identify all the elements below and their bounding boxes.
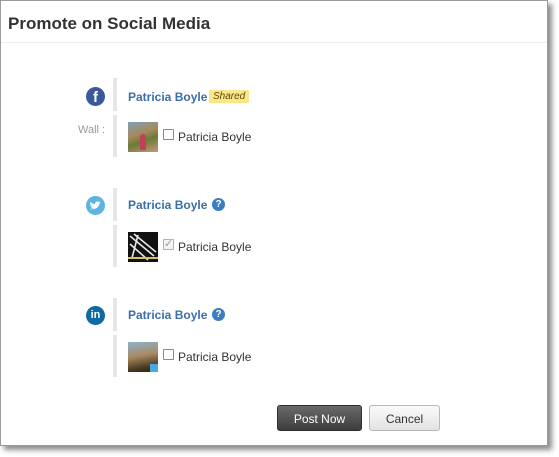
title-divider: [1, 42, 547, 43]
linkedin-option-divider: [113, 335, 117, 377]
facebook-wall-checkbox[interactable]: [163, 129, 174, 140]
linkedin-checkbox[interactable]: [163, 349, 174, 360]
linkedin-account-name[interactable]: Patricia Boyle: [128, 308, 207, 322]
linkedin-icon: in: [86, 306, 105, 325]
linkedin-account-divider: [113, 298, 117, 331]
cancel-button[interactable]: Cancel: [369, 405, 440, 431]
twitter-help-icon[interactable]: ?: [212, 198, 225, 211]
twitter-checkbox[interactable]: [163, 237, 174, 250]
facebook-icon: f: [86, 87, 105, 106]
post-now-button[interactable]: Post Now: [277, 405, 362, 431]
twitter-option-label: Patricia Boyle: [178, 240, 252, 254]
wall-label: Wall :: [78, 124, 106, 136]
twitter-avatar: [128, 232, 158, 262]
twitter-icon: [86, 196, 105, 215]
twitter-account-divider: [113, 188, 117, 221]
linkedin-avatar: [128, 342, 158, 372]
twitter-option-divider: [113, 225, 117, 267]
facebook-account-name[interactable]: Patricia Boyle: [128, 90, 207, 104]
linkedin-help-icon[interactable]: ?: [212, 308, 225, 321]
facebook-avatar: [128, 122, 158, 152]
linkedin-option-label: Patricia Boyle: [178, 350, 252, 364]
facebook-wall-label: Patricia Boyle: [178, 130, 252, 144]
twitter-account-name[interactable]: Patricia Boyle: [128, 198, 207, 212]
facebook-wall-divider: [113, 115, 117, 157]
promote-dialog: Promote on Social Media f Patricia Boyle…: [0, 0, 548, 446]
dialog-title: Promote on Social Media: [8, 14, 211, 33]
facebook-account-divider: [113, 78, 117, 111]
shared-badge: Shared: [209, 90, 250, 103]
